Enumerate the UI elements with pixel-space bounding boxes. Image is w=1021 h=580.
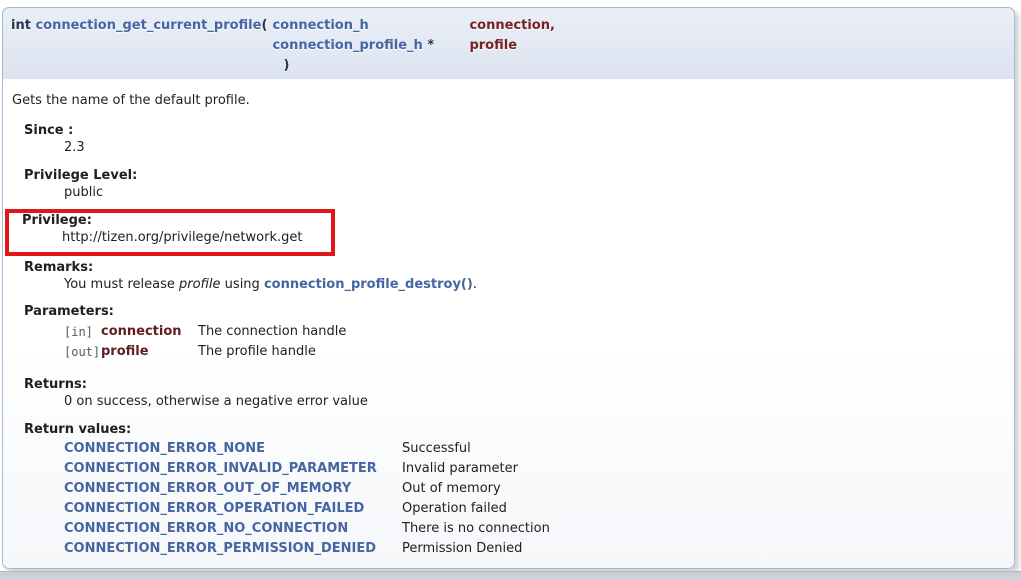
privilege-level-label: Privilege Level: xyxy=(24,168,1004,184)
return-value-row: CONNECTION_ERROR_NONE Successful xyxy=(64,439,550,459)
section-privilege-level: Privilege Level: public xyxy=(24,168,1004,201)
error-code-link[interactable]: CONNECTION_ERROR_OPERATION_FAILED xyxy=(64,501,364,516)
privilege-label: Privilege: xyxy=(22,213,331,229)
function-doc-item: int connection_get_current_profile ( con… xyxy=(2,7,1015,569)
param-type-suffix: * xyxy=(423,38,434,53)
return-values-table: CONNECTION_ERROR_NONE Successful CONNECT… xyxy=(64,439,550,559)
open-paren: ( xyxy=(261,16,272,36)
signature-param-type-cell: connection_profile_h * xyxy=(272,36,469,56)
error-code-link[interactable]: CONNECTION_ERROR_NO_CONNECTION xyxy=(64,521,348,536)
remarks-label: Remarks: xyxy=(24,260,1004,276)
param-type-link[interactable]: connection_profile_h xyxy=(272,38,422,53)
section-returns: Returns: 0 on success, otherwise a negat… xyxy=(24,377,1004,410)
privilege-level-value: public xyxy=(64,185,1004,201)
remarks-text-after: . xyxy=(473,277,477,292)
error-description: Invalid parameter xyxy=(402,459,550,479)
close-paren: ) xyxy=(261,56,469,76)
return-value-row: CONNECTION_ERROR_OUT_OF_MEMORY Out of me… xyxy=(64,479,550,499)
since-value: 2.3 xyxy=(64,140,1004,156)
signature-memname: int connection_get_current_profile xyxy=(11,16,261,36)
error-code-link[interactable]: CONNECTION_ERROR_PERMISSION_DENIED xyxy=(64,541,376,556)
returns-label: Returns: xyxy=(24,377,1004,393)
error-code-link[interactable]: CONNECTION_ERROR_NONE xyxy=(64,441,265,456)
parameter-row: [in] connection The connection handle xyxy=(64,322,346,342)
return-values-label: Return values: xyxy=(24,422,1004,438)
section-parameters: Parameters: [in] connection The connecti… xyxy=(24,304,1004,362)
since-label: Since : xyxy=(24,123,1004,139)
error-description: There is no connection xyxy=(402,519,550,539)
privilege-highlight-box: Privilege: http://tizen.org/privilege/ne… xyxy=(5,209,335,256)
function-description: Gets the name of the default profile. xyxy=(12,93,1004,109)
signature-param-name: connection, xyxy=(469,16,554,36)
parameter-row: [out] profile The profile handle xyxy=(64,342,346,362)
parameters-table: [in] connection The connection handle [o… xyxy=(64,322,346,362)
section-return-values: Return values: CONNECTION_ERROR_NONE Suc… xyxy=(24,422,1004,559)
param-description: The connection handle xyxy=(198,322,346,342)
error-description: Successful xyxy=(402,439,550,459)
param-direction: [in] xyxy=(64,322,101,342)
return-value-row: CONNECTION_ERROR_OPERATION_FAILED Operat… xyxy=(64,499,550,519)
error-description: Out of memory xyxy=(402,479,550,499)
signature-param-type-cell: connection_h xyxy=(272,16,469,36)
signature-param-name: profile xyxy=(469,36,554,56)
error-description: Permission Denied xyxy=(402,539,550,559)
function-name-link[interactable]: connection_get_current_profile xyxy=(35,18,261,33)
remarks-param-ref: profile xyxy=(179,277,221,292)
return-value-row: CONNECTION_ERROR_INVALID_PARAMETER Inval… xyxy=(64,459,550,479)
parameters-label: Parameters: xyxy=(24,304,1004,320)
param-name: profile xyxy=(101,342,198,362)
remarks-text: You must release profile using connectio… xyxy=(64,277,1004,293)
return-value-row: CONNECTION_ERROR_PERMISSION_DENIED Permi… xyxy=(64,539,550,559)
remarks-text-middle: using xyxy=(221,277,264,292)
returns-value: 0 on success, otherwise a negative error… xyxy=(64,394,1004,410)
section-privilege: Privilege: http://tizen.org/privilege/ne… xyxy=(22,213,331,246)
error-description: Operation failed xyxy=(402,499,550,519)
remarks-text-before: You must release xyxy=(64,277,179,292)
section-remarks: Remarks: You must release profile using … xyxy=(24,260,1004,293)
param-name: connection xyxy=(101,322,198,342)
section-since: Since : 2.3 xyxy=(24,123,1004,156)
privilege-value: http://tizen.org/privilege/network.get xyxy=(62,230,331,246)
destroy-function-link[interactable]: connection_profile_destroy() xyxy=(264,277,473,292)
return-value-row: CONNECTION_ERROR_NO_CONNECTION There is … xyxy=(64,519,550,539)
error-code-link[interactable]: CONNECTION_ERROR_OUT_OF_MEMORY xyxy=(64,481,351,496)
signature-table: int connection_get_current_profile ( con… xyxy=(11,16,555,76)
return-type: int xyxy=(11,18,31,33)
function-signature-header: int connection_get_current_profile ( con… xyxy=(2,7,1015,79)
param-description: The profile handle xyxy=(198,342,346,362)
function-doc-body: Gets the name of the default profile. Si… xyxy=(2,79,1015,569)
param-direction: [out] xyxy=(64,342,101,362)
error-code-link[interactable]: CONNECTION_ERROR_INVALID_PARAMETER xyxy=(64,461,377,476)
param-type-link[interactable]: connection_h xyxy=(272,18,368,33)
